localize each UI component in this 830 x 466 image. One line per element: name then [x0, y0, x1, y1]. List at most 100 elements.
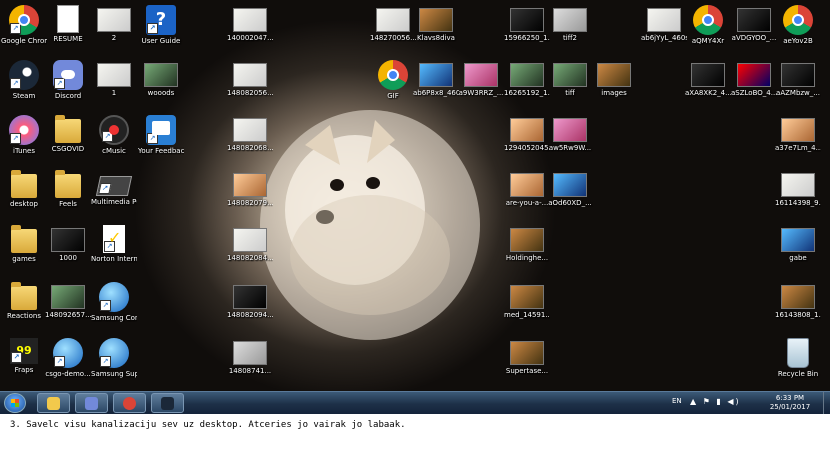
- desktop-icon[interactable]: ↗ Discord: [45, 60, 91, 100]
- desktop-icon[interactable]: aw5Rw9W...: [547, 115, 593, 152]
- desktop-icon[interactable]: Reactions: [1, 282, 47, 320]
- desktop-icon[interactable]: images: [591, 60, 637, 97]
- desktop-icon[interactable]: 148082056...: [227, 60, 273, 97]
- desktop-icon[interactable]: 148082084...: [227, 225, 273, 262]
- caption-text: 3. Savelc visu kanalizaciju sev uz deskt…: [10, 420, 406, 430]
- norton-icon: ↗: [103, 225, 125, 253]
- desktop-icon[interactable]: 148082068...: [227, 115, 273, 152]
- desktop-icon[interactable]: CSGOVID: [45, 115, 91, 153]
- desktop-icon[interactable]: ab6P8x8_460s: [413, 60, 459, 97]
- desktop-icon-label: a37e7Lm_4...: [775, 144, 821, 152]
- desktop-icon-label: 1: [111, 89, 117, 97]
- desktop-icon[interactable]: 1294052045...: [504, 115, 550, 152]
- desktop-icon[interactable]: Klavs8diva: [413, 5, 459, 42]
- desktop-icon[interactable]: tiff: [547, 60, 593, 97]
- desktop-icon[interactable]: aSZLoBO_4...: [731, 60, 777, 97]
- image-thumbnail-icon: [510, 341, 544, 365]
- desktop-icon[interactable]: desktop: [1, 170, 47, 208]
- show-desktop-button[interactable]: [823, 392, 830, 414]
- desktop-icon-label: 1000: [59, 254, 77, 262]
- desktop-icon[interactable]: 16143808_1...: [775, 282, 821, 319]
- desktop-icon[interactable]: 140002047...: [227, 5, 273, 42]
- desktop[interactable]: ↗ Google Chrome ↗ Steam ↗ iTunes desktop games R…: [0, 0, 830, 391]
- desktop-icon[interactable]: aXA8XK2_4...: [685, 60, 731, 97]
- desktop-icon[interactable]: 1: [91, 60, 137, 97]
- desktop-icon[interactable]: ↗ Your Feedback...: [138, 115, 184, 155]
- desktop-icon[interactable]: ↗ Steam: [1, 60, 47, 100]
- desktop-icon[interactable]: GIF: [370, 60, 416, 100]
- image-thumbnail-icon: [510, 173, 544, 197]
- desktop-icon-label: 148082056...: [227, 89, 273, 97]
- desktop-icon[interactable]: 1000: [45, 225, 91, 262]
- tray-icons[interactable]: ▲ ⚑ ▮ ◀): [690, 397, 741, 406]
- taskbar-discord-button[interactable]: [75, 393, 108, 413]
- desktop-icon[interactable]: aeYov2B: [775, 5, 821, 45]
- desktop-icon[interactable]: aVDGYOO_...: [731, 5, 777, 42]
- image-thumbnail-icon: [464, 63, 498, 87]
- desktop-icon-label: 140002047...: [227, 34, 273, 42]
- samsung-icon: ↗: [99, 282, 129, 312]
- cmusic-icon: ↗: [99, 115, 129, 145]
- image-thumbnail-icon: [233, 341, 267, 365]
- language-indicator[interactable]: EN: [672, 397, 682, 405]
- desktop-icon-label: tiff2: [563, 34, 577, 42]
- desktop-icon-label: 14808741...: [228, 367, 272, 375]
- desktop-icon[interactable]: Recycle Bin: [775, 338, 821, 378]
- desktop-icon[interactable]: 2: [91, 5, 137, 42]
- start-button[interactable]: [4, 393, 26, 413]
- desktop-icon[interactable]: are-you-a-...: [504, 170, 550, 207]
- desktop-icon-label: Google Chrome: [1, 37, 47, 45]
- desktop-icon-label: gabe: [789, 254, 807, 262]
- desktop-icon[interactable]: games: [1, 225, 47, 263]
- desktop-icon[interactable]: ↗ cMusic: [91, 115, 137, 155]
- desktop-icon[interactable]: 148270056...: [370, 5, 416, 42]
- desktop-icon[interactable]: 16114398_9...: [775, 170, 821, 207]
- desktop-icon[interactable]: 16265192_1...: [504, 60, 550, 97]
- desktop-icon[interactable]: 148082079...: [227, 170, 273, 207]
- desktop-icon[interactable]: Holdinghe...: [504, 225, 550, 262]
- desktop-icon[interactable]: 99 ↗ Fraps: [1, 338, 47, 374]
- desktop-icon[interactable]: a37e7Lm_4...: [775, 115, 821, 152]
- desktop-icon[interactable]: ↗ Samsung Control...: [91, 282, 137, 322]
- desktop-icon[interactable]: ↗ Multimedia POP: [91, 170, 137, 206]
- desktop-icon[interactable]: a9W3RRZ_...: [458, 60, 504, 97]
- desktop-icon-label: Recycle Bin: [777, 370, 819, 378]
- desktop-icon[interactable]: wooods: [138, 60, 184, 97]
- desktop-icon[interactable]: aAZMbzw_...: [775, 60, 821, 97]
- discord-icon: ↗: [53, 60, 83, 90]
- desktop-icon[interactable]: 148082094...: [227, 282, 273, 319]
- desktop-icon[interactable]: aOd60XD_...: [547, 170, 593, 207]
- discord-icon: [85, 397, 98, 410]
- desktop-icon-label: a9W3RRZ_...: [458, 89, 504, 97]
- chrome-icon: [693, 5, 723, 35]
- desktop-icon[interactable]: Feels: [45, 170, 91, 208]
- desktop-icon[interactable]: ↗ csgo-demo...: [45, 338, 91, 378]
- clock[interactable]: 6:33 PM 25/01/2017: [762, 394, 818, 412]
- desktop-icon[interactable]: aQMY4Xr: [685, 5, 731, 45]
- desktop-icon[interactable]: 15966250_1...: [504, 5, 550, 42]
- taskbar-chrome-button[interactable]: [113, 393, 146, 413]
- desktop-icon[interactable]: 148092657...: [45, 282, 91, 319]
- shortcut-arrow-icon: ↗: [10, 23, 21, 34]
- desktop-icon[interactable]: med_14591...: [504, 282, 550, 319]
- chrome-icon: [123, 397, 136, 410]
- desktop-icon[interactable]: ↗ Samsung Suppor...: [91, 338, 137, 378]
- desktop-icon-label: Holdinghe...: [505, 254, 549, 262]
- desktop-icon[interactable]: tiff2: [547, 5, 593, 42]
- desktop-icon[interactable]: ? ↗ User Guide: [138, 5, 184, 45]
- feedback-icon: ↗: [146, 115, 176, 145]
- folder-icon: [11, 282, 37, 310]
- taskbar-steam-button[interactable]: [151, 393, 184, 413]
- desktop-icon[interactable]: ↗ Google Chrome: [1, 5, 47, 45]
- desktop-icon-label: Feels: [59, 200, 77, 208]
- desktop-icon[interactable]: gabe: [775, 225, 821, 262]
- taskbar-file-explorer-button[interactable]: [37, 393, 70, 413]
- desktop-icon[interactable]: RESUME: [45, 5, 91, 43]
- desktop-icon[interactable]: Supertase...: [504, 338, 550, 375]
- desktop-icon[interactable]: ↗ Norton Intern...: [91, 225, 137, 263]
- desktop-icon[interactable]: ab6jYyL_460s: [641, 5, 687, 42]
- desktop-icon[interactable]: 14808741...: [227, 338, 273, 375]
- desktop-icon-label: Multimedia POP: [91, 198, 137, 206]
- desktop-icon[interactable]: ↗ iTunes: [1, 115, 47, 155]
- multimedia-icon: ↗: [95, 176, 133, 196]
